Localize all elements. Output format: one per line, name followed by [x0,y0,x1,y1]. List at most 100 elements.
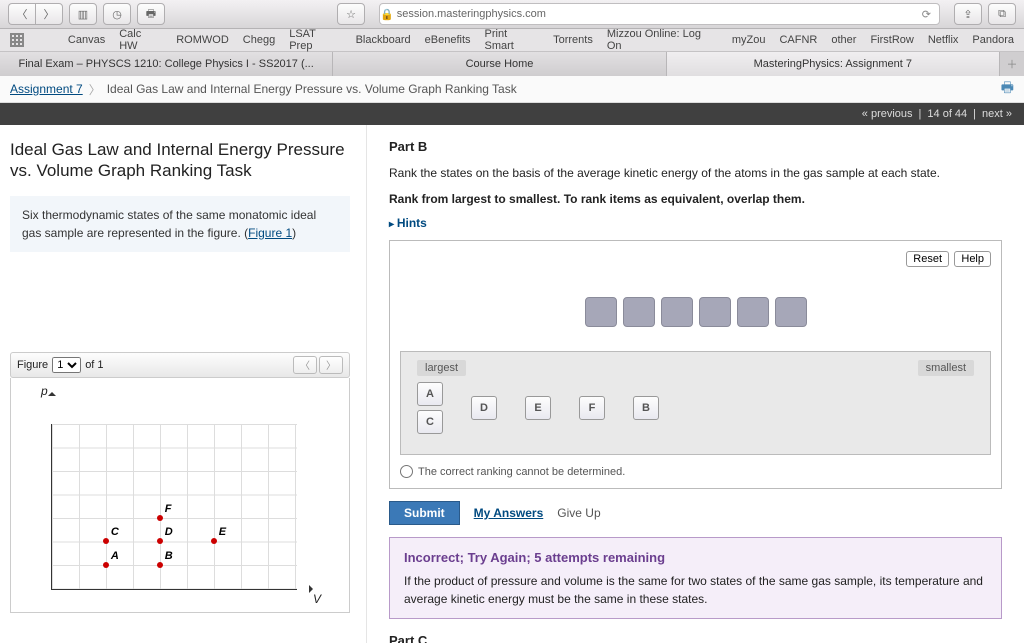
apps-icon[interactable] [10,33,24,47]
new-tab-button[interactable]: ＋ [1000,52,1024,76]
right-column: Part B Rank the states on the basis of t… [367,125,1024,643]
bookmark-item[interactable]: Print Smart [485,28,540,52]
bookmark-item[interactable]: Torrents [553,34,593,46]
pool-tile[interactable] [775,297,807,327]
submit-row: Submit My Answers Give Up [389,501,1002,525]
pool-tile[interactable] [623,297,655,327]
feedback-heading: Incorrect; Try Again; 5 attempts remaini… [404,548,987,568]
figure-label: Figure [17,359,48,371]
cannot-determine-row: The correct ranking cannot be determined… [400,465,991,478]
x-axis-arrow-icon [309,585,317,593]
bookmarks-bar: Canvas Calc HW ROMWOD Chegg LSAT Prep Bl… [0,29,1024,52]
tile-e[interactable]: E [525,396,551,420]
cannot-determine-label: The correct ranking cannot be determined… [418,466,625,478]
intro-box: Six thermodynamic states of the same mon… [10,196,350,252]
tabs-button[interactable]: ⧉ [988,3,1016,25]
bookmark-item[interactable]: eBenefits [425,34,471,46]
page-title: Ideal Gas Law and Internal Energy Pressu… [10,139,350,182]
bookmark-item[interactable]: FirstRow [870,34,913,46]
ranking-widget: Reset Help largest smallest A [389,240,1002,489]
tile-c[interactable]: C [417,410,443,434]
feedback-body: If the product of pressure and volume is… [404,572,987,608]
breadcrumb-link[interactable]: Assignment 7 [10,82,83,96]
bookmark-button[interactable]: ☆ [337,3,365,25]
figure-selector: Figure 1 of 1 〈 〉 [10,352,350,378]
feedback-box: Incorrect; Try Again; 5 attempts remaini… [389,537,1002,619]
point-e: E [211,538,217,544]
url-text: session.masteringphysics.com [397,8,546,20]
bookmark-item[interactable]: CAFNR [779,34,817,46]
bookmark-item[interactable]: LSAT Prep [289,28,341,52]
position-label: 14 of 44 [927,108,967,120]
bookmark-item[interactable]: other [831,34,856,46]
tile-a[interactable]: A [417,382,443,406]
breadcrumb: Assignment 7 〉 Ideal Gas Law and Interna… [0,76,1024,103]
sidebar-button[interactable]: ▥ [69,3,97,25]
bookmark-item[interactable]: Chegg [243,34,275,46]
point-a: A [103,562,109,568]
hints-toggle[interactable]: Hints [389,216,1002,230]
my-answers-link[interactable]: My Answers [474,506,544,520]
figure-prev-button[interactable]: 〈 [293,356,317,374]
item-nav: « previous | 14 of 44 | next » [0,103,1024,125]
bookmark-item[interactable]: Pandora [972,34,1014,46]
print-button[interactable]: 🖶 [137,3,165,25]
grid-lines [52,424,297,589]
figure-canvas: p V A B C D E F [10,378,350,613]
tile-d[interactable]: D [471,396,497,420]
tile-b[interactable]: B [633,396,659,420]
forward-button[interactable]: 〉 [35,3,63,25]
prev-link[interactable]: « previous [862,108,913,120]
pool-tile[interactable] [699,297,731,327]
next-link[interactable]: next » [982,108,1012,120]
question-text: Rank the states on the basis of the aver… [389,164,1002,182]
part-b-header: Part B [389,139,1002,154]
bookmark-item[interactable]: ROMWOD [176,34,229,46]
instruction-text: Rank from largest to smallest. To rank i… [389,190,1002,208]
reset-button[interactable]: Reset [906,251,949,267]
bookmark-item[interactable]: Blackboard [356,34,411,46]
print-icon[interactable]: 🖶 [1001,77,1014,101]
browser-toolbar: 〈 〉 ▥ ◷ 🖶 ☆ 🔒 session.masteringphysics.c… [0,0,1024,29]
bookmark-item[interactable]: Calc HW [119,28,162,52]
bookmark-item[interactable]: myZou [732,34,766,46]
pool-tile[interactable] [661,297,693,327]
x-axis-label: V [313,592,321,606]
reload-icon[interactable]: ⟳ [922,8,931,21]
bookmark-item[interactable]: Mizzou Online: Log On [607,28,718,52]
figure-of: of 1 [85,359,103,371]
tab-course-home[interactable]: Course Home [333,52,666,76]
point-c: C [103,538,109,544]
cannot-determine-radio[interactable] [400,465,413,478]
ranking-area[interactable]: largest smallest A C D E F B [400,351,991,455]
submit-button[interactable]: Submit [389,501,460,525]
pool-tile[interactable] [737,297,769,327]
figure-next-button[interactable]: 〉 [319,356,343,374]
history-button[interactable]: ◷ [103,3,131,25]
smallest-label: smallest [918,360,974,376]
url-bar[interactable]: 🔒 session.masteringphysics.com ⟳ [379,3,940,25]
point-f: F [157,515,163,521]
figure-link[interactable]: Figure 1 [248,226,292,240]
browser-tabs: Final Exam – PHYSCS 1210: College Physic… [0,52,1024,76]
nav-back-forward: 〈 〉 [8,3,63,25]
tile-f[interactable]: F [579,396,605,420]
intro-text-end: ) [292,226,296,240]
pool-tile[interactable] [585,297,617,327]
figure-dropdown[interactable]: 1 [52,357,81,373]
back-button[interactable]: 〈 [8,3,35,25]
give-up-link[interactable]: Give Up [557,506,600,520]
bookmark-item[interactable]: Canvas [68,34,105,46]
help-button[interactable]: Help [954,251,991,267]
pv-graph: A B C D E F [51,424,297,590]
tab-assignment[interactable]: MasteringPhysics: Assignment 7 [667,52,1000,76]
point-d: D [157,538,163,544]
left-column: Ideal Gas Law and Internal Energy Pressu… [0,125,367,643]
share-button[interactable]: ⇪ [954,3,982,25]
chevron-right-icon: 〉 [89,81,101,98]
tab-final-exam[interactable]: Final Exam – PHYSCS 1210: College Physic… [0,52,333,76]
y-axis-label: p [41,384,48,398]
bookmark-item[interactable]: Netflix [928,34,959,46]
part-c-header: Part C [389,633,1002,643]
largest-label: largest [417,360,466,376]
